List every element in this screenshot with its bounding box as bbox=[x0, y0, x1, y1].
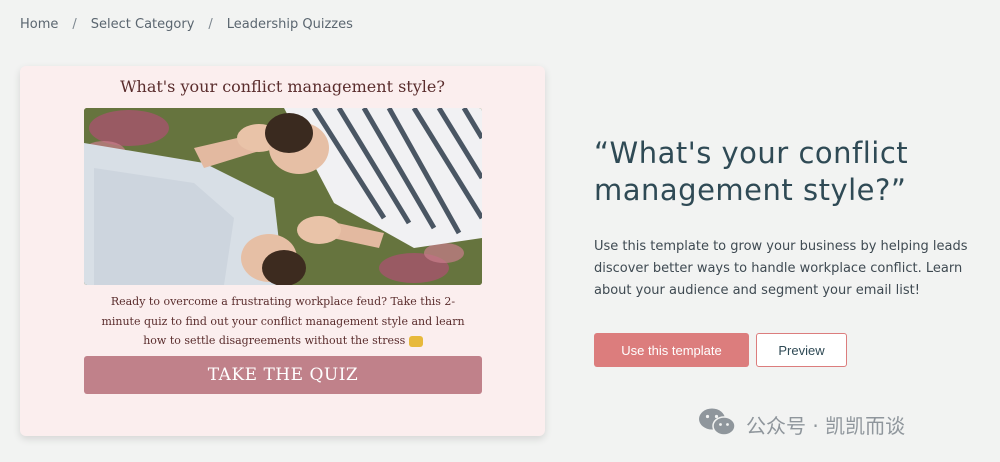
quiz-description: Ready to overcome a frustrating workplac… bbox=[98, 292, 468, 351]
template-description: Use this template to grow your business … bbox=[594, 239, 968, 298]
quiz-preview-card: What's your conflict management style? R… bbox=[20, 66, 545, 436]
breadcrumb-separator: / bbox=[208, 17, 213, 32]
quiz-title: What's your conflict management style? bbox=[120, 77, 445, 96]
quiz-cover-image bbox=[84, 108, 482, 285]
breadcrumb-home[interactable]: Home bbox=[20, 17, 58, 32]
template-headline: “What's your conflict management style?” bbox=[594, 136, 909, 207]
breadcrumb: Home / Select Category / Leadership Quiz… bbox=[20, 17, 353, 32]
preview-button[interactable]: Preview bbox=[756, 333, 847, 367]
breadcrumb-select-category[interactable]: Select Category bbox=[91, 17, 195, 32]
watermark-text: 公众号 · 凯凯而谈 bbox=[746, 414, 906, 438]
watermark: 公众号 · 凯凯而谈 bbox=[698, 407, 905, 442]
breadcrumb-separator: / bbox=[72, 17, 77, 32]
take-the-quiz-button[interactable]: TAKE THE QUIZ bbox=[84, 356, 482, 394]
wechat-icon bbox=[698, 407, 746, 442]
breadcrumb-leadership-quizzes[interactable]: Leadership Quizzes bbox=[227, 17, 353, 32]
use-this-template-button[interactable]: Use this template bbox=[594, 333, 749, 367]
raising-hands-emoji-icon bbox=[408, 335, 423, 347]
